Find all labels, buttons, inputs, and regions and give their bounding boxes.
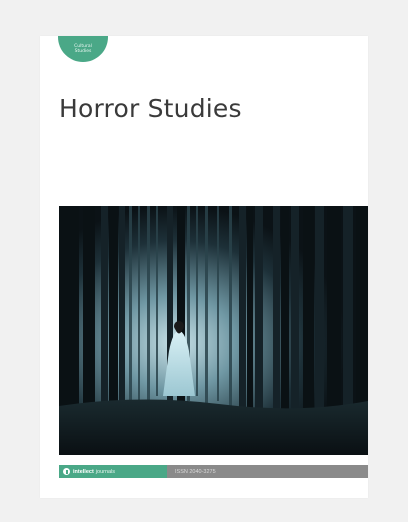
footer-bar: intellect journals ISSN 2040-3275 [59,465,368,478]
journal-title: Horror Studies [59,94,242,123]
category-badge: Cultural Studies [58,36,108,62]
publisher-name: intellect [73,468,94,475]
issn-text: ISSN 2040-3275 [175,468,216,475]
intellect-logo-icon [63,468,70,475]
publisher-suffix: journals [95,468,116,475]
publisher-block: intellect journals [59,465,167,478]
cover-photo [59,206,368,455]
category-badge-label: Cultural Studies [74,44,92,54]
journal-cover[interactable]: Cultural Studies Horror Studies intellec… [40,36,368,498]
issn-block: ISSN 2040-3275 [167,465,368,478]
